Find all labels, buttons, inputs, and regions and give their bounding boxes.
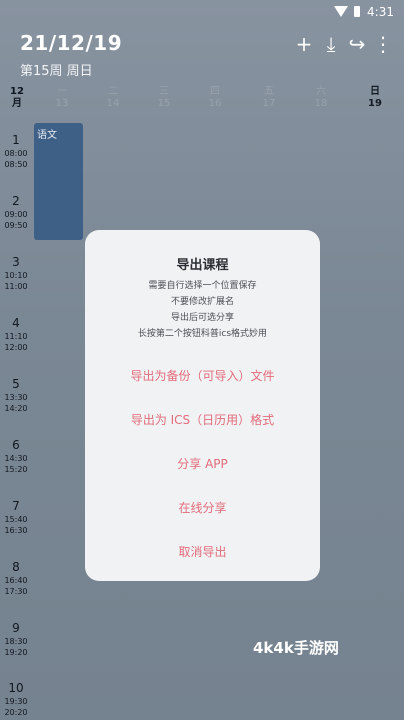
period-end: 19:20: [4, 648, 28, 657]
period-7: 7 15:40 16:30: [2, 499, 30, 536]
dialog-desc-line: 长按第二个按钮科普ics格式妙用: [137, 329, 268, 339]
period-2: 2 09:00 09:50: [2, 194, 30, 231]
week-info: 第15周 周日: [20, 64, 93, 79]
day-date: 18: [314, 98, 328, 109]
period-end: 14:20: [4, 404, 28, 413]
period-number: 5: [12, 377, 20, 391]
day-name: 一: [57, 86, 67, 97]
day-name: 四: [210, 86, 220, 97]
day-date: 19: [368, 98, 382, 109]
day-header-sun: 日 19: [350, 86, 400, 110]
current-date: 21/12/19: [20, 31, 123, 55]
period-end: 16:30: [4, 526, 28, 535]
dialog-title: 导出课程: [176, 258, 229, 273]
month-number: 12: [10, 86, 24, 97]
period-start: 16:40: [4, 576, 28, 585]
day-header-wed: 三 15: [139, 86, 189, 110]
day-header-thu: 四 16: [190, 86, 240, 110]
period-start: 19:30: [4, 697, 28, 706]
add-icon[interactable]: +: [293, 33, 315, 55]
period-start: 08:00: [4, 149, 28, 158]
battery-icon: [354, 6, 360, 17]
period-end: 20:20: [4, 708, 28, 717]
period-number: 10: [8, 681, 24, 695]
status-time: 4:31: [367, 5, 394, 19]
export-ics-button[interactable]: 导出为 ICS（日历用）格式: [85, 411, 320, 428]
course-block[interactable]: 语文: [34, 123, 83, 240]
share-app-button[interactable]: 分享 APP: [85, 455, 320, 472]
watermark: 4k4k手游网: [253, 639, 339, 657]
period-3: 3 10:10 11:00: [2, 255, 30, 292]
wifi-icon: [334, 6, 348, 17]
day-date: 13: [55, 98, 69, 109]
period-start: 14:30: [4, 454, 28, 463]
period-6: 6 14:30 15:20: [2, 438, 30, 475]
period-number: 4: [12, 316, 20, 330]
period-10: 10 19:30 20:20: [2, 681, 30, 718]
dialog-desc-line: 不要修改扩展名: [170, 297, 234, 307]
day-header-sat: 六 18: [296, 86, 346, 110]
period-5: 5 13:30 14:20: [2, 377, 30, 414]
period-end: 15:20: [4, 465, 28, 474]
export-course-dialog: 导出课程 需要自行选择一个位置保存 不要修改扩展名 导出后可选分享 长按第二个按…: [85, 230, 320, 581]
day-date: 17: [262, 98, 276, 109]
online-share-button[interactable]: 在线分享: [85, 499, 320, 516]
more-menu-icon[interactable]: ⋮: [372, 33, 394, 55]
status-bar: 4:31: [0, 0, 404, 24]
share-icon[interactable]: ↪: [346, 33, 368, 55]
period-end: 17:30: [4, 587, 28, 596]
period-start: 15:40: [4, 515, 28, 524]
period-start: 13:30: [4, 393, 28, 402]
month-unit: 月: [12, 98, 22, 109]
day-header-tue: 二 14: [88, 86, 138, 110]
day-name: 六: [316, 86, 326, 97]
period-number: 7: [12, 499, 20, 513]
cancel-export-button[interactable]: 取消导出: [85, 543, 320, 560]
period-number: 9: [12, 621, 20, 635]
period-number: 6: [12, 438, 20, 452]
period-start: 09:00: [4, 210, 28, 219]
day-name: 日: [370, 86, 380, 97]
month-label: 12 月: [6, 86, 28, 110]
day-name: 三: [159, 86, 169, 97]
period-1: 1 08:00 08:50: [2, 133, 30, 170]
download-icon[interactable]: ⤓: [320, 33, 342, 55]
period-end: 12:00: [4, 343, 28, 352]
period-4: 4 11:10 12:00: [2, 316, 30, 353]
period-number: 2: [12, 194, 20, 208]
dialog-desc-line: 需要自行选择一个位置保存: [148, 281, 257, 291]
period-start: 18:30: [4, 637, 28, 646]
period-8: 8 16:40 17:30: [2, 560, 30, 597]
period-start: 10:10: [4, 271, 28, 280]
period-end: 09:50: [4, 221, 28, 230]
course-name: 语文: [37, 130, 57, 141]
period-number: 8: [12, 560, 20, 574]
dialog-desc-line: 导出后可选分享: [170, 313, 234, 323]
day-name: 五: [264, 86, 274, 97]
period-start: 11:10: [4, 332, 28, 341]
day-date: 14: [106, 98, 120, 109]
timetable-screen: 4:31 21/12/19 第15周 周日 + ⤓ ↪ ⋮ 12 月 一 1 3 …: [0, 0, 404, 720]
export-backup-button[interactable]: 导出为备份（可导入）文件: [85, 367, 320, 384]
period-number: 3: [12, 255, 20, 269]
day-header-fri: 五 17: [244, 86, 294, 110]
day-name: 二: [108, 86, 118, 97]
day-date: 16: [208, 98, 222, 109]
day-header-mon: 一 13: [37, 86, 87, 110]
day-date: 15: [157, 98, 171, 109]
period-9: 9 18:30 19:20: [2, 621, 30, 658]
period-number: 1: [12, 133, 20, 147]
period-end: 08:50: [4, 160, 28, 169]
period-end: 11:00: [4, 282, 28, 291]
